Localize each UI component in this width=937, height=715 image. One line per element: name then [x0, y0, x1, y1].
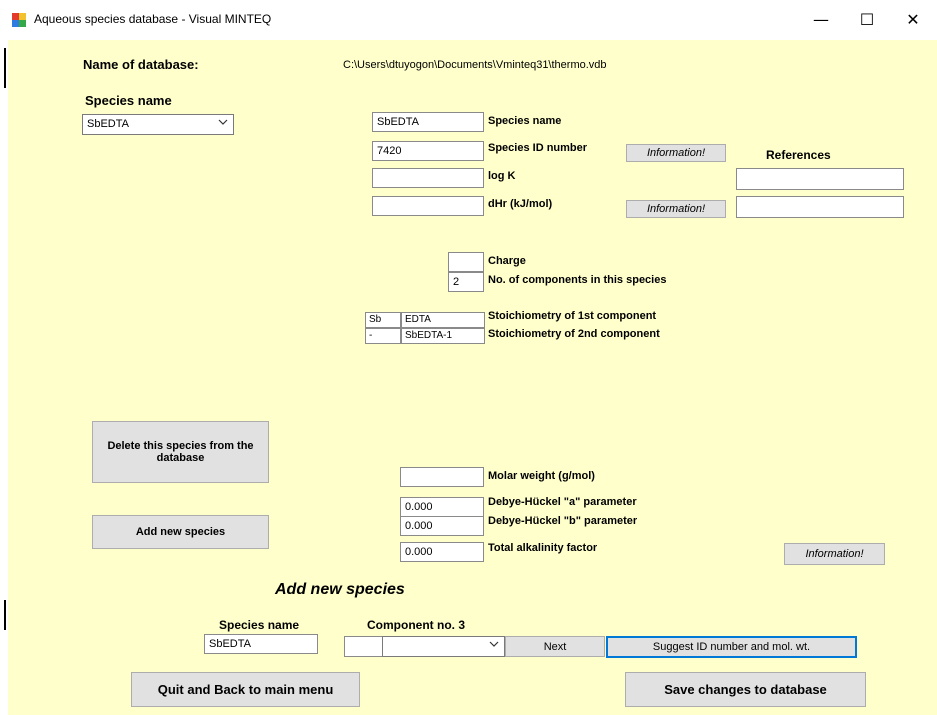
- add-new-species-button[interactable]: Add new species: [92, 515, 269, 549]
- log-k-field[interactable]: [372, 168, 484, 188]
- alkalinity-factor-label: Total alkalinity factor: [488, 542, 598, 554]
- maximize-button[interactable]: ☐: [844, 4, 890, 34]
- species-select-value: SbEDTA: [87, 118, 129, 130]
- database-name-label: Name of database:: [83, 57, 199, 72]
- close-button[interactable]: ✕: [890, 4, 936, 34]
- debye-huckel-b-field[interactable]: 0.000: [400, 516, 484, 536]
- title-bar: Aqueous species database - Visual MINTEQ…: [0, 0, 937, 40]
- database-path: C:\Users\dtuyogon\Documents\Vminteq31\th…: [343, 59, 607, 71]
- debye-huckel-a-field[interactable]: 0.000: [400, 497, 484, 517]
- dhr-field[interactable]: [372, 196, 484, 216]
- add-new-species-heading: Add new species: [275, 581, 405, 598]
- charge-field[interactable]: [448, 252, 484, 272]
- stoich-1-component[interactable]: EDTA: [401, 312, 485, 328]
- references-label: References: [766, 148, 831, 162]
- add-species-name-label: Species name: [219, 618, 300, 632]
- debye-huckel-a-label: Debye-Hückel "a" parameter: [488, 496, 637, 508]
- next-button[interactable]: Next: [505, 636, 605, 657]
- dhr-label: dHr (kJ/mol): [488, 198, 553, 210]
- charge-label: Charge: [488, 255, 526, 267]
- species-name-field-label: Species name: [488, 115, 562, 127]
- reference-field-1[interactable]: [736, 168, 904, 190]
- window-title: Aqueous species database - Visual MINTEQ: [34, 12, 272, 26]
- left-border-mark: [4, 600, 6, 630]
- stoich-2-coefficient[interactable]: -: [365, 328, 401, 344]
- stoich-2-component[interactable]: SbEDTA-1: [401, 328, 485, 344]
- dhr-information-button[interactable]: Information!: [626, 200, 726, 218]
- chevron-down-icon: [489, 639, 499, 651]
- delete-species-button[interactable]: Delete this species from the database: [92, 421, 269, 483]
- quit-button[interactable]: Quit and Back to main menu: [131, 672, 360, 707]
- debye-huckel-b-label: Debye-Hückel "b" parameter: [488, 515, 638, 527]
- left-border-mark: [4, 48, 6, 88]
- close-icon: ✕: [906, 9, 920, 29]
- species-id-label: Species ID number: [488, 142, 588, 154]
- suggest-id-button[interactable]: Suggest ID number and mol. wt.: [606, 636, 857, 658]
- molar-weight-field[interactable]: [400, 467, 484, 487]
- species-id-information-button[interactable]: Information!: [626, 144, 726, 162]
- log-k-label: log K: [488, 170, 516, 182]
- minimize-icon: —: [813, 9, 829, 29]
- maximize-icon: ☐: [859, 9, 875, 29]
- species-name-label: Species name: [85, 93, 172, 108]
- component-coefficient-field[interactable]: [344, 636, 384, 657]
- stoich-1-label: Stoichiometry of 1st component: [488, 310, 657, 322]
- molar-weight-label: Molar weight (g/mol): [488, 470, 595, 482]
- component-number-label: Component no. 3: [367, 618, 465, 632]
- minimize-button[interactable]: —: [798, 4, 844, 34]
- species-select[interactable]: SbEDTA: [82, 114, 234, 135]
- form-client-area: Name of database: C:\Users\dtuyogon\Docu…: [8, 40, 937, 715]
- save-changes-button[interactable]: Save changes to database: [625, 672, 866, 707]
- add-species-name-field[interactable]: SbEDTA: [204, 634, 318, 654]
- species-id-field[interactable]: 7420: [372, 141, 484, 161]
- alkalinity-information-button[interactable]: Information!: [784, 543, 885, 565]
- species-name-field[interactable]: SbEDTA: [372, 112, 484, 132]
- reference-field-2[interactable]: [736, 196, 904, 218]
- chevron-down-icon: [218, 117, 228, 129]
- stoich-2-label: Stoichiometry of 2nd component: [488, 328, 660, 340]
- stoich-1-coefficient[interactable]: Sb: [365, 312, 401, 328]
- num-components-field[interactable]: 2: [448, 272, 484, 292]
- component-select[interactable]: [382, 636, 505, 657]
- alkalinity-factor-field[interactable]: 0.000: [400, 542, 484, 562]
- num-components-label: No. of components in this species: [488, 274, 667, 286]
- app-icon: [12, 13, 26, 27]
